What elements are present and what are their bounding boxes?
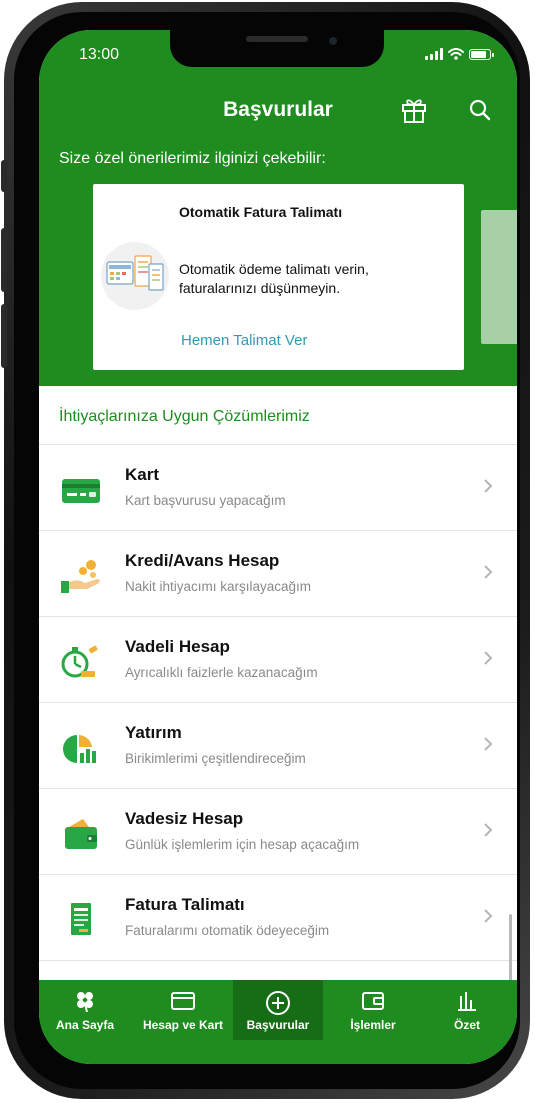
loan-icon: [59, 555, 103, 595]
promo-heading: Size özel önerilerimiz ilginizi çekebili…: [59, 150, 326, 167]
plus-circle-icon: [266, 991, 290, 1015]
list-item-subtitle: Kart başvurusu yapacağım: [125, 493, 286, 508]
list-item-subtitle: Nakit ihtiyacımı karşılayacağım: [125, 579, 312, 594]
scrollbar[interactable]: [509, 914, 512, 984]
investment-icon: [59, 727, 103, 767]
clover-icon: [77, 992, 93, 1012]
bill-illustration-icon: [99, 240, 171, 317]
tab-label: Hesap ve Kart: [142, 1018, 224, 1032]
card-icon: [171, 992, 195, 1010]
bill-icon: [59, 899, 103, 939]
tab-islemler[interactable]: İşlemler: [329, 980, 417, 1040]
front-camera: [329, 37, 337, 45]
chevron-right-icon: [484, 479, 493, 493]
chevron-right-icon: [484, 651, 493, 665]
tab-label: Ana Sayfa: [55, 1018, 115, 1032]
chevron-right-icon: [484, 823, 493, 837]
mute-switch: [1, 160, 7, 192]
bar-chart-icon: [458, 992, 476, 1011]
list-item-title: Kredi/Avans Hesap: [125, 551, 280, 570]
promo-card-text: Otomatik ödeme talimatı verin, faturalar…: [179, 261, 369, 296]
list-item-title: Vadeli Hesap: [125, 637, 230, 656]
tab-label: İşlemler: [350, 1018, 396, 1032]
list-item-subtitle: Birikimlerimi çeşitlendireceğim: [125, 751, 306, 766]
phone-notch: [170, 30, 384, 67]
header-area: 13:00 Başvurular Size özel önerilerimiz …: [39, 30, 517, 386]
list-item-vadeli-hesap[interactable]: Vadeli Hesap Ayrıcalıklı faizlerle kazan…: [39, 616, 517, 702]
earpiece-speaker: [246, 36, 308, 42]
chevron-right-icon: [484, 565, 493, 579]
section-title: İhtiyaçlarınıza Uygun Çözümlerimiz: [59, 408, 310, 425]
tab-ozet[interactable]: Özet: [427, 980, 507, 1040]
card-icon: [59, 469, 103, 509]
signal-icon: [425, 48, 443, 60]
wifi-icon: [448, 48, 464, 60]
list-item-subtitle: Ayrıcalıklı faizlerle kazanacağım: [125, 665, 318, 680]
status-time: 13:00: [79, 46, 120, 63]
list-item-title: Yatırım: [125, 723, 182, 742]
tab-label: Başvurular: [246, 1018, 310, 1032]
wallet-icon: [59, 813, 103, 853]
tab-label: Özet: [453, 1018, 480, 1032]
status-icons: [425, 48, 494, 60]
list-item-title: Vadesiz Hesap: [125, 809, 244, 828]
tab-bar: Ana Sayfa Hesap ve Kart Başvurular İşlem…: [39, 980, 517, 1064]
promo-card-title: Otomatik Fatura Talimatı: [179, 204, 343, 220]
list-item-title: Kart: [125, 465, 160, 484]
list-item-yatirim[interactable]: Yatırım Birikimlerimi çeşitlendireceğim: [39, 702, 517, 788]
next-promo-card[interactable]: [481, 210, 517, 344]
tab-hesap-ve-kart[interactable]: Hesap ve Kart: [133, 980, 233, 1040]
page-title: Başvurular: [223, 98, 333, 121]
list-item-kredi-avans[interactable]: Kredi/Avans Hesap Nakit ihtiyacımı karşı…: [39, 530, 517, 616]
list-item-fatura-talimati[interactable]: Fatura Talimatı Faturalarımı otomatik öd…: [39, 874, 517, 961]
solutions-list: Kart Kart başvurusu yapacağım Kredi/Avan…: [39, 444, 517, 961]
app-screen: 13:00 Başvurular Size özel önerilerimiz …: [39, 30, 517, 1064]
promo-card-cta-link[interactable]: Hemen Talimat Ver: [181, 332, 307, 349]
battery-icon: [469, 48, 494, 60]
list-item-subtitle: Günlük işlemlerim için hesap açacağım: [125, 837, 360, 852]
chevron-right-icon: [484, 737, 493, 751]
list-item-title: Fatura Talimatı: [125, 895, 245, 914]
list-item-kart[interactable]: Kart Kart başvurusu yapacağım: [39, 444, 517, 530]
list-item-subtitle: Faturalarımı otomatik ödeyeceğim: [125, 923, 330, 938]
tab-ana-sayfa[interactable]: Ana Sayfa: [43, 980, 127, 1040]
list-item-vadesiz-hesap[interactable]: Vadesiz Hesap Günlük işlemlerim için hes…: [39, 788, 517, 874]
deposit-icon: [59, 641, 103, 681]
chevron-right-icon: [484, 909, 493, 923]
search-icon[interactable]: [469, 99, 491, 126]
gift-icon[interactable]: [401, 96, 427, 129]
volume-up-button: [1, 228, 7, 292]
volume-down-button: [1, 304, 7, 368]
promo-card[interactable]: Otomatik Fatura Talimatı Otomatik ödeme …: [93, 184, 464, 370]
tab-basvurular[interactable]: Başvurular: [233, 980, 323, 1040]
wallet-icon: [362, 992, 384, 1010]
